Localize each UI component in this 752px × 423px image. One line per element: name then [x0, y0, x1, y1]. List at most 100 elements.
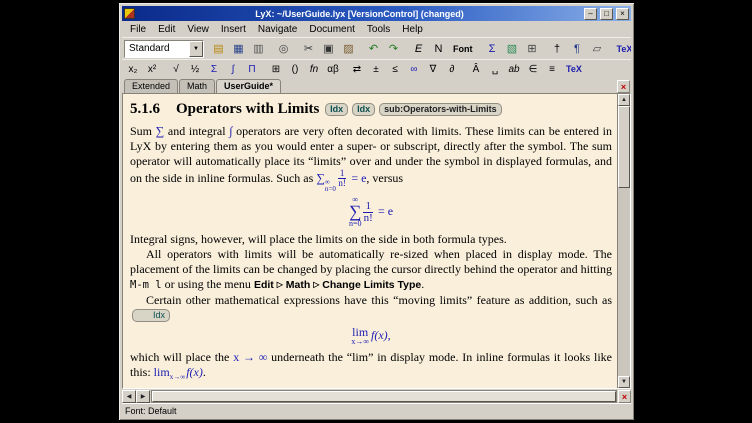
tab-math[interactable]: Math — [179, 79, 215, 93]
tab-extended[interactable]: Extended — [124, 79, 178, 93]
title-bar[interactable]: LyX: ~/UserGuide.lyx [VersionControl] (c… — [122, 6, 631, 21]
index-inset[interactable]: Idx — [325, 103, 348, 116]
matrix-icon[interactable]: ⊞ — [267, 61, 285, 77]
index-inset[interactable]: Idx — [352, 103, 375, 116]
vertical-scrollbar[interactable]: ▲ ▼ — [617, 94, 630, 388]
vertical-scroll-track[interactable] — [618, 106, 630, 376]
tex-icon[interactable]: TeX — [613, 40, 632, 58]
nabla-icon[interactable]: ∇ — [424, 61, 442, 77]
scroll-left-icon[interactable]: ◀ — [122, 390, 136, 403]
insert-table-icon[interactable]: ⊞ — [523, 40, 542, 58]
open-icon[interactable]: ▤ — [209, 40, 228, 58]
float-icon[interactable]: ▱ — [588, 40, 607, 58]
sqrt-icon[interactable]: √ — [167, 61, 185, 77]
math-toolbar: x₂ x² √ ½ Σ ∫ Π ⊞ () fn αβ ⇄ ± ≤ ∞ — [122, 59, 631, 78]
body-text: All operators with limits will be automa… — [130, 247, 612, 276]
style-icon[interactable]: ab — [505, 61, 523, 77]
menu-insert[interactable]: Insert — [215, 23, 252, 36]
print-icon[interactable]: ▥ — [249, 40, 268, 58]
display-formula[interactable]: ∞∑n=01n! = e — [130, 196, 612, 228]
inline-formula[interactable]: limx→∞f(x) — [154, 365, 203, 379]
status-bar: Font: Default — [122, 403, 631, 417]
label-inset[interactable]: sub:Operators-with-Limits — [379, 103, 502, 116]
partial-icon[interactable]: ∂ — [443, 61, 461, 77]
integral-icon[interactable]: ∫ — [224, 61, 242, 77]
window-title: LyX: ~/UserGuide.lyx [VersionControl] (c… — [138, 9, 581, 19]
equiv-icon[interactable]: ≡ — [543, 61, 561, 77]
vertical-scroll-thumb[interactable] — [618, 106, 630, 188]
inline-math[interactable]: x → ∞ — [233, 350, 267, 364]
menu-edit[interactable]: Edit — [152, 23, 181, 36]
close-view-icon-bottom[interactable]: × — [618, 390, 631, 403]
window-icon — [124, 8, 135, 19]
spacing-icon[interactable]: ␣ — [486, 61, 504, 77]
sum-icon[interactable]: Σ — [205, 61, 223, 77]
product-icon[interactable]: Π — [243, 61, 261, 77]
element-icon[interactable]: ∈ — [524, 61, 542, 77]
margin-note-icon[interactable]: ¶ — [568, 40, 587, 58]
document-canvas[interactable]: 5.1.6Operators with Limits IdxIdxsub:Ope… — [123, 94, 617, 388]
menu-document[interactable]: Document — [303, 23, 361, 36]
superscript-icon[interactable]: x² — [143, 61, 161, 77]
horizontal-scroll-track[interactable] — [151, 390, 617, 403]
fraction-icon[interactable]: ½ — [186, 61, 204, 77]
lyx-window: LyX: ~/UserGuide.lyx [VersionControl] (c… — [118, 2, 635, 421]
paragraph[interactable]: Note that the lim-function was entered a… — [130, 385, 612, 388]
body-text: Integral signs, however, will place the … — [130, 232, 507, 246]
undo-icon[interactable]: ↶ — [364, 40, 383, 58]
cut-icon[interactable]: ✂ — [299, 40, 318, 58]
close-view-icon[interactable]: × — [617, 80, 630, 93]
close-button[interactable]: × — [616, 8, 629, 20]
tab-bar: Extended Math UserGuide* × — [122, 78, 631, 93]
paragraph-style-selector[interactable]: Standard ▼ — [124, 40, 204, 58]
index-inset[interactable]: Idx — [132, 309, 170, 322]
emphasis-icon[interactable]: E — [409, 40, 428, 58]
paragraph[interactable]: Sum ∑ and integral ∫ operators are very … — [130, 124, 612, 193]
find-icon[interactable]: ◎ — [274, 40, 293, 58]
footnote-icon[interactable]: † — [548, 40, 567, 58]
paragraph[interactable]: All operators with limits will be automa… — [130, 247, 612, 293]
decorations-icon[interactable]: Â — [467, 61, 485, 77]
copy-icon[interactable]: ▣ — [319, 40, 338, 58]
menu-view[interactable]: View — [181, 23, 215, 36]
menu-help[interactable]: Help — [396, 23, 429, 36]
maximize-button[interactable]: □ — [600, 8, 613, 20]
math-mode-icon[interactable]: Σ — [483, 40, 502, 58]
paste-icon[interactable]: ▨ — [339, 40, 358, 58]
section-heading: 5.1.6Operators with Limits IdxIdxsub:Ope… — [130, 102, 612, 117]
delimiters-icon[interactable]: () — [286, 61, 304, 77]
scroll-up-icon[interactable]: ▲ — [618, 94, 630, 106]
greek-icon[interactable]: αβ — [324, 61, 342, 77]
paragraph[interactable]: which will place the x → ∞ underneath th… — [130, 350, 612, 385]
operators-icon[interactable]: ± — [367, 61, 385, 77]
horizontal-scroll-thumb[interactable] — [152, 391, 616, 402]
menu-navigate[interactable]: Navigate — [252, 23, 303, 36]
minimize-button[interactable]: – — [584, 8, 597, 20]
chevron-down-icon[interactable]: ▼ — [189, 41, 203, 57]
body-text: Certain other mathematical expressions h… — [146, 293, 612, 307]
relations-icon[interactable]: ≤ — [386, 61, 404, 77]
arrows-icon[interactable]: ⇄ — [348, 61, 366, 77]
body-text: Sum — [130, 124, 156, 138]
menu-file[interactable]: File — [124, 23, 152, 36]
horizontal-scrollbar[interactable]: ◀ ▶ × — [122, 390, 631, 403]
redo-icon[interactable]: ↷ — [384, 40, 403, 58]
subscript-icon[interactable]: x₂ — [124, 61, 142, 77]
insert-graphics-icon[interactable]: ▧ — [503, 40, 522, 58]
inline-formula[interactable]: ∑∞n=01n! = e — [316, 171, 366, 185]
scroll-right-icon[interactable]: ▶ — [136, 390, 150, 403]
display-formula[interactable]: limx→∞f(x), — [130, 326, 612, 346]
menu-tools[interactable]: Tools — [361, 23, 396, 36]
misc-symbols-icon[interactable]: ∞ — [405, 61, 423, 77]
paragraph[interactable]: Certain other mathematical expressions h… — [130, 293, 612, 323]
body-text: . — [203, 365, 206, 379]
functions-icon[interactable]: fn — [305, 61, 323, 77]
font-dialog-icon[interactable]: Font — [449, 40, 477, 58]
tab-userguide[interactable]: UserGuide* — [216, 79, 281, 93]
body-text: . Have a look at section, — [486, 385, 612, 388]
save-icon[interactable]: ▦ — [229, 40, 248, 58]
noun-icon[interactable]: N — [429, 40, 448, 58]
tex-math-icon[interactable]: TeX — [562, 61, 586, 77]
paragraph[interactable]: Integral signs, however, will place the … — [130, 232, 612, 247]
scroll-down-icon[interactable]: ▼ — [618, 376, 630, 388]
